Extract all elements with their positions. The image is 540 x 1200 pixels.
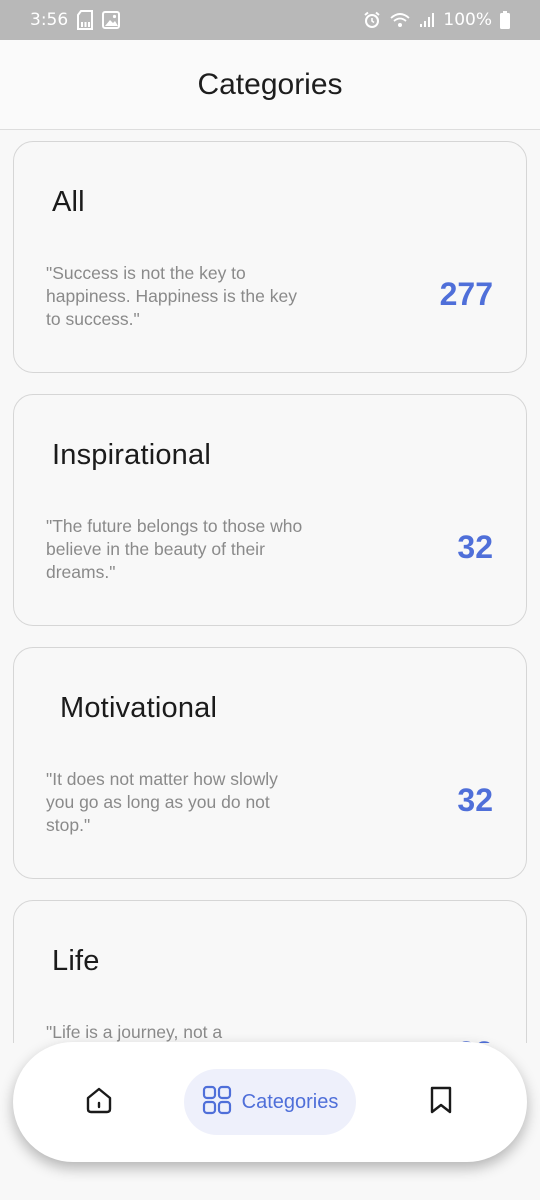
- category-card-inspirational[interactable]: Inspirational "The future belongs to tho…: [13, 394, 527, 626]
- category-count: 277: [439, 276, 493, 312]
- grid-icon: [202, 1085, 232, 1120]
- alarm-icon: [363, 11, 381, 29]
- category-quote: "Success is not the key to happiness. Ha…: [46, 263, 297, 329]
- home-icon: [84, 1085, 114, 1120]
- category-count: 32: [457, 782, 493, 818]
- status-bar: 3:56 100%: [0, 0, 540, 40]
- app-header: Categories: [0, 40, 540, 130]
- status-left: 3:56: [30, 10, 121, 30]
- category-title: Inspirational: [52, 439, 211, 471]
- status-right: 100%: [363, 10, 510, 30]
- battery-icon: [500, 11, 510, 29]
- nav-categories-button[interactable]: Categories: [184, 1069, 356, 1135]
- bookmark-icon: [427, 1085, 455, 1120]
- image-icon: [102, 11, 121, 29]
- nav-categories-label: Categories: [241, 1090, 339, 1113]
- category-card-life[interactable]: Life "Life is a journey, not a 32: [13, 900, 527, 1043]
- category-quote: "The future belongs to those who believe…: [46, 516, 303, 582]
- category-list[interactable]: All "Success is not the key to happiness…: [0, 131, 540, 1043]
- category-quote: "It does not matter how slowly you go as…: [46, 769, 278, 835]
- category-card-motivational[interactable]: Motivational "It does not matter how slo…: [13, 647, 527, 879]
- category-quote: "Life is a journey, not a: [46, 1022, 223, 1042]
- battery-text: 100%: [443, 10, 492, 30]
- nav-bookmark-button[interactable]: [425, 1086, 457, 1118]
- signal-icon: [419, 12, 435, 28]
- nav-home-button[interactable]: [83, 1086, 115, 1118]
- wifi-icon: [389, 11, 411, 29]
- category-title: All: [52, 186, 85, 218]
- category-count: 32: [457, 529, 493, 565]
- status-time: 3:56: [30, 10, 69, 30]
- sd-card-icon: [76, 10, 94, 30]
- category-title: Motivational: [60, 692, 218, 724]
- page-title: Categories: [197, 67, 343, 101]
- bottom-nav: Categories: [13, 1042, 527, 1162]
- category-card-all[interactable]: All "Success is not the key to happiness…: [13, 141, 527, 373]
- category-title: Life: [52, 945, 100, 977]
